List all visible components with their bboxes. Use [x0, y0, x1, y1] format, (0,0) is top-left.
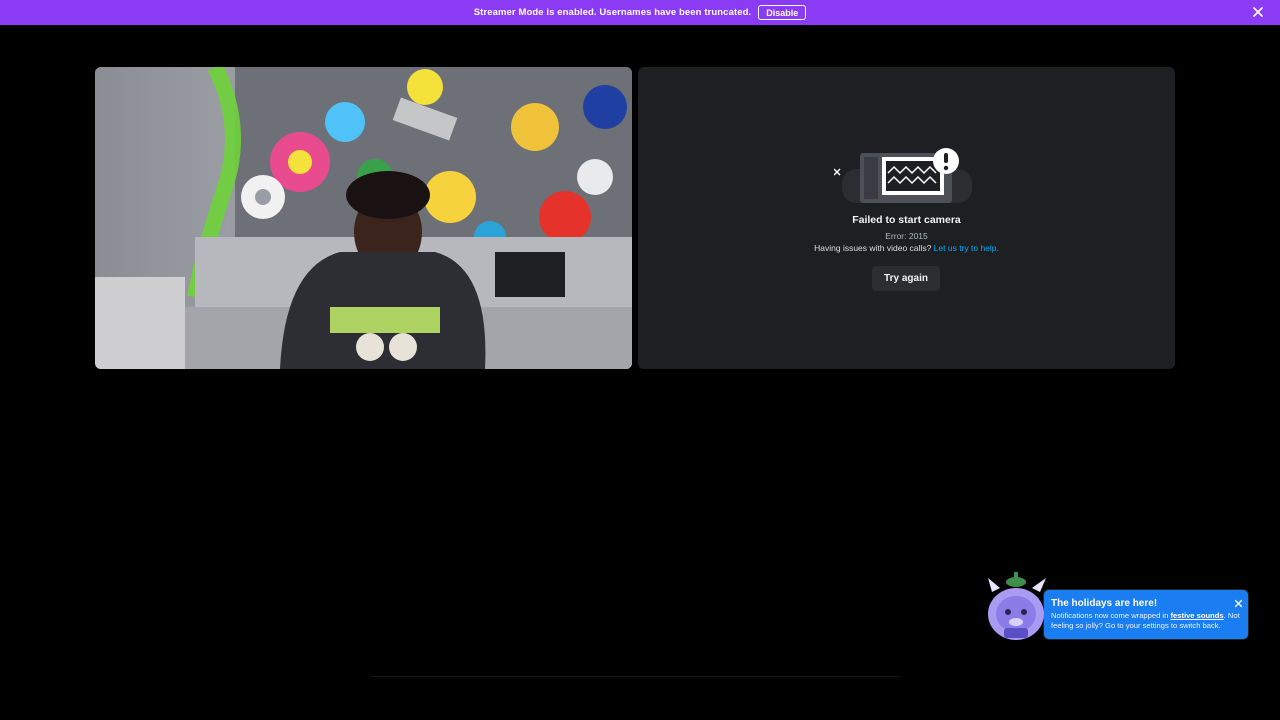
camera-help-prefix: Having issues with video calls? [814, 243, 932, 253]
disable-streamer-mode-button[interactable]: Disable [758, 5, 807, 20]
camera-error-illustration-icon [833, 147, 982, 209]
camera-help-text: Having issues with video calls? Let us t… [638, 243, 1175, 253]
camera-tile: Failed to start camera Error: 2015 Havin… [638, 67, 1175, 369]
participant-video-tile[interactable] [95, 67, 632, 369]
camera-error-code: Error: 2015 [885, 231, 928, 241]
close-icon[interactable] [1252, 6, 1264, 18]
close-icon[interactable] [1234, 595, 1243, 608]
try-again-button[interactable]: Try again [872, 266, 940, 291]
festive-sounds-link[interactable]: festive sounds [1170, 611, 1223, 620]
holiday-body: Notifications now come wrapped in festiv… [1051, 611, 1243, 631]
camera-help-link[interactable]: Let us try to help. [934, 243, 999, 253]
holiday-notification: The holidays are here! Notifications now… [1044, 590, 1248, 639]
holiday-title: The holidays are here! [1051, 598, 1158, 609]
video-frame [95, 67, 632, 369]
banner-message: Streamer Mode is enabled. Usernames have… [473, 7, 752, 18]
holiday-mascot-icon [986, 570, 1050, 640]
holiday-body-prefix: Notifications now come wrapped in [1051, 611, 1169, 620]
streamer-mode-banner: Streamer Mode is enabled. Usernames have… [0, 0, 1280, 25]
divider [370, 676, 900, 677]
camera-error-title: Failed to start camera [852, 214, 961, 226]
